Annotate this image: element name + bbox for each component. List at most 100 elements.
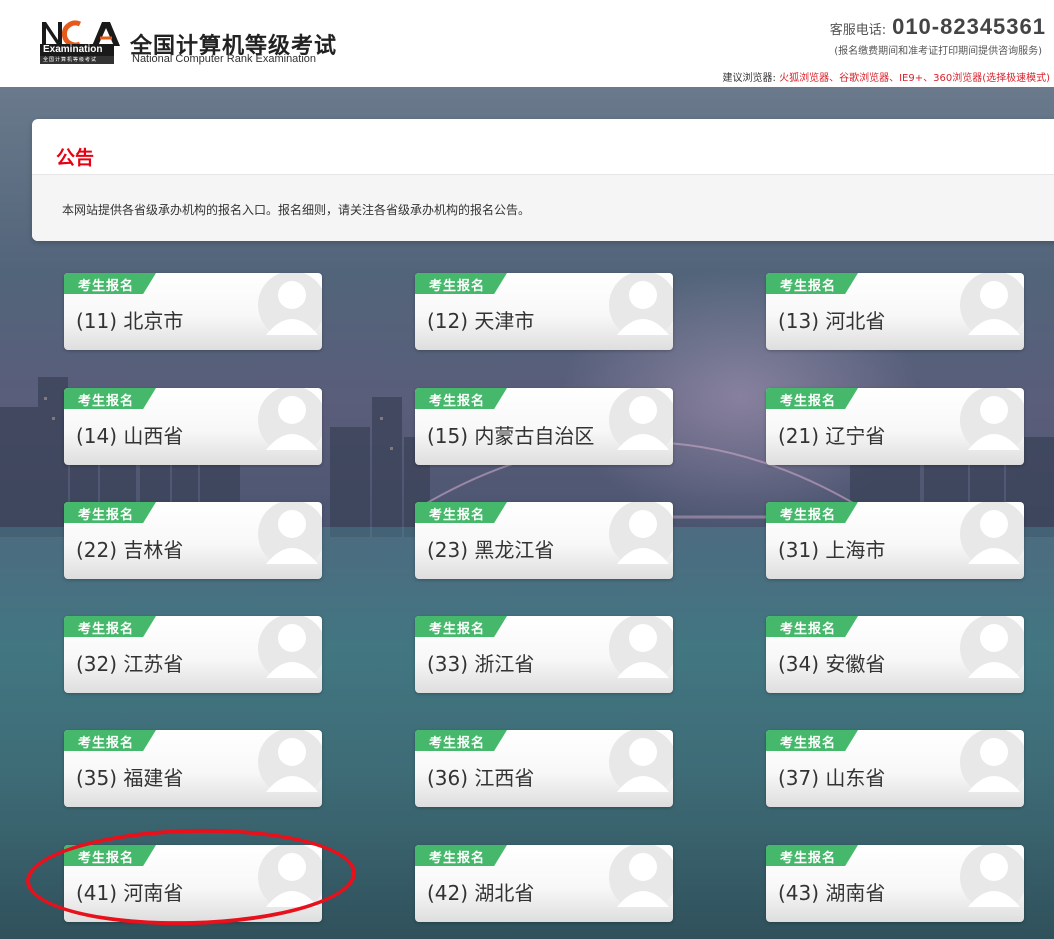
- hotline: 客服电话: 010-82345361: [830, 14, 1046, 40]
- province-card[interactable]: 考生报名 (33) 浙江省: [415, 616, 673, 693]
- hotline-label: 客服电话:: [829, 23, 887, 38]
- province-card-label: (13) 河北省: [778, 309, 886, 333]
- user-avatar-icon: [609, 845, 673, 909]
- registration-badge-label: 考生报名: [429, 736, 486, 751]
- logo-examination-label: Examination: [40, 44, 114, 56]
- ncre-logo[interactable]: Examination 全国计算机等级考试: [40, 18, 124, 66]
- province-card[interactable]: 考生报名 (42) 湖北省: [415, 845, 673, 922]
- browser-tip-list: 火狐浏览器、谷歌浏览器、IE9+、360浏览器(选择极速模式): [779, 73, 1050, 84]
- registration-badge-label: 考生报名: [78, 394, 135, 409]
- user-avatar-icon: [258, 273, 322, 337]
- user-avatar-icon: [960, 730, 1024, 794]
- province-card[interactable]: 考生报名 (35) 福建省: [64, 730, 322, 807]
- user-avatar-icon: [258, 388, 322, 452]
- province-card-label: (11) 北京市: [76, 309, 184, 333]
- province-card[interactable]: 考生报名 (23) 黑龙江省: [415, 502, 673, 579]
- user-avatar-icon: [609, 502, 673, 566]
- registration-badge-label: 考生报名: [429, 508, 486, 523]
- province-card-label: (15) 内蒙古自治区: [427, 424, 595, 448]
- browser-tip: 建议浏览器: 火狐浏览器、谷歌浏览器、IE9+、360浏览器(选择极速模式): [723, 69, 1050, 84]
- registration-badge-label: 考生报名: [780, 622, 837, 637]
- registration-badge: 考生报名: [766, 388, 858, 409]
- registration-badge: 考生报名: [766, 502, 858, 523]
- user-avatar-icon: [258, 730, 322, 794]
- browser-tip-label: 建议浏览器:: [722, 73, 776, 84]
- user-avatar-icon: [960, 616, 1024, 680]
- hotline-number: 010-82345361: [892, 14, 1046, 39]
- registration-badge: 考生报名: [766, 616, 858, 637]
- user-avatar-icon: [609, 388, 673, 452]
- registration-badge-label: 考生报名: [78, 736, 135, 751]
- registration-badge-label: 考生报名: [780, 736, 837, 751]
- province-card[interactable]: 考生报名 (43) 湖南省: [766, 845, 1024, 922]
- province-card-label: (43) 湖南省: [778, 881, 886, 905]
- notice-panel: 公告: [32, 119, 1054, 241]
- province-card[interactable]: 考生报名 (21) 辽宁省: [766, 388, 1024, 465]
- province-card[interactable]: 考生报名 (13) 河北省: [766, 273, 1024, 350]
- registration-badge: 考生报名: [415, 502, 507, 523]
- user-avatar-icon: [258, 502, 322, 566]
- province-card[interactable]: 考生报名 (34) 安徽省: [766, 616, 1024, 693]
- site-subtitle: National Computer Rank Examination: [132, 53, 317, 65]
- registration-badge-label: 考生报名: [78, 622, 135, 637]
- province-card[interactable]: 考生报名 (12) 天津市: [415, 273, 673, 350]
- province-card-label: (32) 江苏省: [76, 652, 184, 676]
- user-avatar-icon: [609, 273, 673, 337]
- notice-text: 本网站提供各省级承办机构的报名入口。报名细则，请关注各省级承办机构的报名公告。: [62, 203, 531, 217]
- registration-badge: 考生报名: [64, 502, 156, 523]
- user-avatar-icon: [960, 388, 1024, 452]
- province-card-label: (31) 上海市: [778, 538, 886, 562]
- site-header: Examination 全国计算机等级考试 全国计算机等级考试 National…: [0, 0, 1054, 87]
- province-card-label: (33) 浙江省: [427, 652, 535, 676]
- province-card[interactable]: 考生报名 (37) 山东省: [766, 730, 1024, 807]
- user-avatar-icon: [609, 730, 673, 794]
- registration-badge: 考生报名: [64, 273, 156, 294]
- registration-badge-label: 考生报名: [429, 394, 486, 409]
- registration-badge-label: 考生报名: [429, 279, 486, 294]
- province-card-label: (42) 湖北省: [427, 881, 535, 905]
- registration-badge-label: 考生报名: [780, 279, 837, 294]
- registration-badge-label: 考生报名: [780, 394, 837, 409]
- registration-badge: 考生报名: [766, 730, 858, 751]
- registration-badge: 考生报名: [64, 616, 156, 637]
- province-card[interactable]: 考生报名 (11) 北京市: [64, 273, 322, 350]
- province-card-label: (22) 吉林省: [76, 538, 184, 562]
- registration-badge-label: 考生报名: [78, 279, 135, 294]
- registration-badge: 考生报名: [415, 273, 507, 294]
- province-card-label: (23) 黑龙江省: [427, 538, 555, 562]
- registration-badge-label: 考生报名: [429, 622, 486, 637]
- registration-badge: 考生报名: [766, 273, 858, 294]
- registration-badge-label: 考生报名: [780, 851, 837, 866]
- province-card[interactable]: 考生报名 (32) 江苏省: [64, 616, 322, 693]
- registration-badge: 考生报名: [64, 730, 156, 751]
- registration-badge: 考生报名: [415, 730, 507, 751]
- province-card-label: (14) 山西省: [76, 424, 184, 448]
- province-card[interactable]: 考生报名 (36) 江西省: [415, 730, 673, 807]
- registration-badge-label: 考生报名: [780, 508, 837, 523]
- registration-badge: 考生报名: [415, 616, 507, 637]
- province-card[interactable]: 考生报名 (15) 内蒙古自治区: [415, 388, 673, 465]
- province-card-label: (34) 安徽省: [778, 652, 886, 676]
- hotline-note: (报名缴费期间和准考证打印期间提供咨询服务): [834, 46, 1042, 57]
- province-card-label: (21) 辽宁省: [778, 424, 886, 448]
- registration-badge-label: 考生报名: [78, 508, 135, 523]
- logo-sub-label: 全国计算机等级考试: [40, 56, 114, 64]
- user-avatar-icon: [960, 845, 1024, 909]
- user-avatar-icon: [258, 616, 322, 680]
- province-card[interactable]: 考生报名 (14) 山西省: [64, 388, 322, 465]
- province-card[interactable]: 考生报名 (22) 吉林省: [64, 502, 322, 579]
- user-avatar-icon: [609, 616, 673, 680]
- province-card-label: (37) 山东省: [778, 766, 886, 790]
- registration-badge: 考生报名: [64, 388, 156, 409]
- registration-badge: 考生报名: [415, 845, 507, 866]
- registration-badge: 考生报名: [766, 845, 858, 866]
- notice-title: 公告: [56, 147, 95, 169]
- province-card[interactable]: 考生报名 (31) 上海市: [766, 502, 1024, 579]
- province-card-label: (36) 江西省: [427, 766, 535, 790]
- registration-badge-label: 考生报名: [429, 851, 486, 866]
- user-avatar-icon: [960, 273, 1024, 337]
- registration-badge: 考生报名: [415, 388, 507, 409]
- province-card-label: (35) 福建省: [76, 766, 184, 790]
- province-card-label: (12) 天津市: [427, 309, 535, 333]
- user-avatar-icon: [960, 502, 1024, 566]
